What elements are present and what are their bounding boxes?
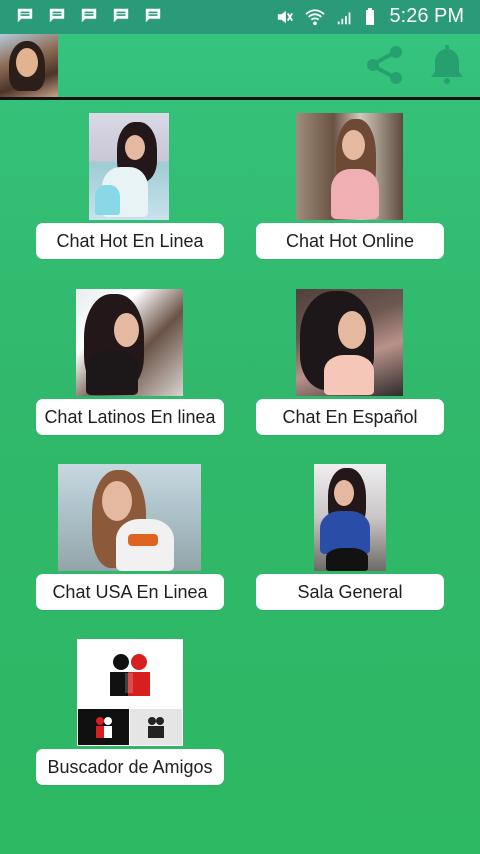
sala-general-label[interactable]: Sala General <box>297 582 402 603</box>
chat-latinos-en-linea-image <box>76 289 183 396</box>
chat-hot-online-label[interactable]: Chat Hot Online <box>286 231 414 252</box>
chat-hot-online-card[interactable]: Chat Hot Online <box>256 113 444 259</box>
chat-usa-en-linea-card[interactable]: Chat USA En Linea <box>36 464 224 610</box>
chat-hot-online-image <box>296 113 403 220</box>
status-bar: 5:26 PM <box>0 0 480 34</box>
message-icon <box>17 8 33 23</box>
chat-hot-online-label-box[interactable]: Chat Hot Online <box>256 223 444 259</box>
message-icon <box>145 8 161 23</box>
buscador-de-amigos-label-box[interactable]: Buscador de Amigos <box>36 749 224 785</box>
chat-usa-en-linea-label-box[interactable]: Chat USA En Linea <box>36 574 224 610</box>
chat-latinos-en-linea-card[interactable]: Chat Latinos En linea <box>36 289 224 435</box>
sala-general-label-box[interactable]: Sala General <box>256 574 444 610</box>
profile-avatar[interactable] <box>0 34 58 97</box>
chat-en-espanol-image <box>296 289 403 396</box>
share-icon[interactable] <box>362 42 408 88</box>
mute-icon <box>277 10 293 23</box>
chat-latinos-en-linea-label[interactable]: Chat Latinos En linea <box>44 407 215 428</box>
signal-icon <box>337 12 350 24</box>
chat-en-espanol-label-box[interactable]: Chat En Español <box>256 399 444 435</box>
sala-general-card[interactable]: Sala General <box>256 464 444 610</box>
status-time: 5:26 PM <box>389 5 464 27</box>
chat-usa-en-linea-image <box>58 464 201 571</box>
chat-latinos-en-linea-label-box[interactable]: Chat Latinos En linea <box>36 399 224 435</box>
chat-hot-en-linea-card[interactable]: Chat Hot En Linea <box>36 113 224 259</box>
system-icons: 5:26 PM <box>276 5 464 28</box>
buscador-de-amigos-card[interactable]: Buscador de Amigos <box>36 639 224 785</box>
chat-en-espanol-label[interactable]: Chat En Español <box>282 407 417 428</box>
message-icon <box>113 8 129 23</box>
message-icon <box>81 8 97 23</box>
wifi-icon <box>304 8 325 25</box>
buscador-de-amigos-image <box>77 639 183 746</box>
message-icon <box>49 8 65 23</box>
avatar-face <box>16 48 38 77</box>
friends-icon <box>77 639 183 746</box>
chat-en-espanol-card[interactable]: Chat En Español <box>256 289 444 435</box>
buscador-de-amigos-label[interactable]: Buscador de Amigos <box>47 757 212 778</box>
chat-usa-en-linea-label[interactable]: Chat USA En Linea <box>52 582 207 603</box>
bell-icon[interactable] <box>429 43 465 87</box>
app-bar <box>0 34 480 100</box>
notification-icons <box>16 7 162 25</box>
sala-general-image <box>314 464 386 571</box>
chat-hot-en-linea-label-box[interactable]: Chat Hot En Linea <box>36 223 224 259</box>
battery-icon <box>365 7 374 25</box>
chat-hot-en-linea-image <box>89 113 169 220</box>
chat-hot-en-linea-label[interactable]: Chat Hot En Linea <box>56 231 203 252</box>
